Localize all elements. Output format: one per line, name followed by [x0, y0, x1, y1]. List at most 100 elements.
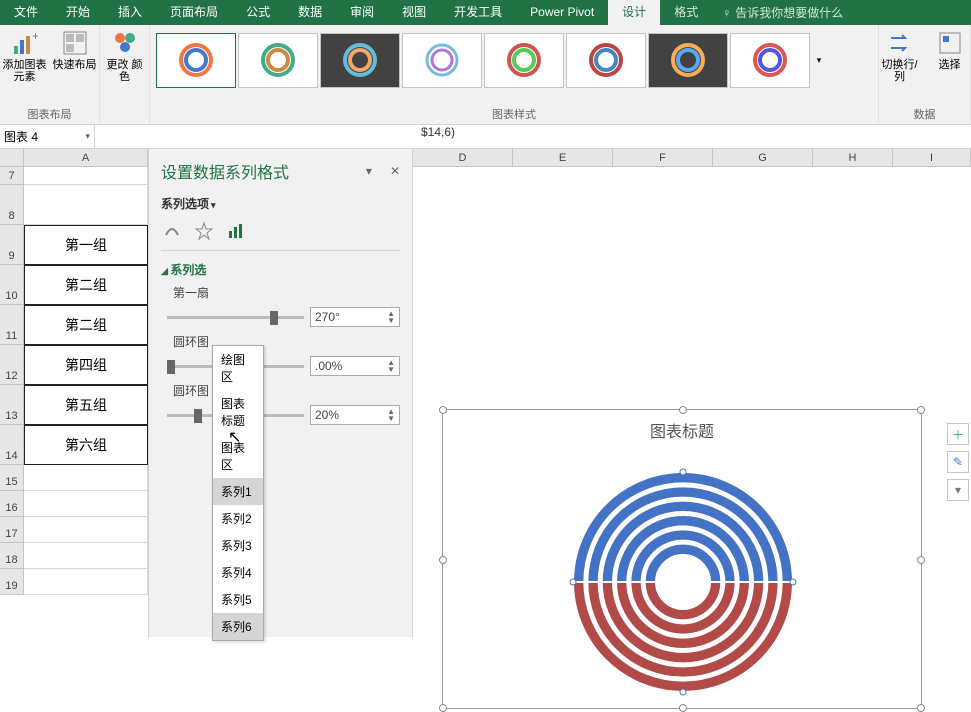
- svg-text:+: +: [32, 30, 38, 43]
- dropdown-item-charttitle[interactable]: 图表标题: [213, 390, 263, 434]
- pane-menu-button[interactable]: ▾: [366, 164, 372, 178]
- dropdown-item-series5[interactable]: 系列5: [213, 586, 263, 613]
- tab-design[interactable]: 设计: [608, 0, 660, 25]
- row-header-13[interactable]: 13: [0, 385, 24, 425]
- tab-view[interactable]: 视图: [388, 0, 440, 25]
- cell-A8[interactable]: [24, 185, 148, 225]
- cell-A14[interactable]: 第六组: [24, 425, 148, 465]
- chart-style-7[interactable]: [648, 33, 728, 88]
- pane-category-icons: [161, 220, 400, 251]
- cell-A19[interactable]: [24, 569, 148, 595]
- chart-elements-button[interactable]: ＋: [947, 423, 969, 445]
- add-chart-element-button[interactable]: + 添加图表 元素: [3, 29, 47, 83]
- dropdown-item-series3[interactable]: 系列3: [213, 532, 263, 559]
- col-header-H[interactable]: H: [813, 149, 893, 166]
- row-header-10[interactable]: 10: [0, 265, 24, 305]
- chart-filters-button[interactable]: ▾: [947, 479, 969, 501]
- row-header-15[interactable]: 15: [0, 465, 24, 491]
- chart-object[interactable]: 图表标题: [442, 409, 922, 709]
- tab-data[interactable]: 数据: [284, 0, 336, 25]
- gallery-more-button[interactable]: ▾: [812, 55, 826, 66]
- col-header-A[interactable]: A: [24, 149, 148, 166]
- dropdown-item-series4[interactable]: 系列4: [213, 559, 263, 586]
- select-all-corner[interactable]: [0, 149, 24, 166]
- tab-pagelayout[interactable]: 页面布局: [156, 0, 232, 25]
- chart-style-1[interactable]: [156, 33, 236, 88]
- chart-title[interactable]: 图表标题: [443, 418, 921, 442]
- cell-A18[interactable]: [24, 543, 148, 569]
- cell-A9[interactable]: 第一组: [24, 225, 148, 265]
- row-header-9[interactable]: 9: [0, 225, 24, 265]
- first-slice-slider[interactable]: [167, 316, 304, 319]
- cell-A16[interactable]: [24, 491, 148, 517]
- chart-style-2[interactable]: [238, 33, 318, 88]
- series-options-icon[interactable]: [225, 220, 247, 242]
- doughnut-explosion-spinner[interactable]: .00%▲▼: [310, 356, 400, 376]
- chart-style-6[interactable]: [566, 33, 646, 88]
- first-slice-spinner[interactable]: 270°▲▼: [310, 307, 400, 327]
- change-colors-button[interactable]: 更改 颜色: [103, 29, 147, 83]
- cell-A7[interactable]: [24, 167, 148, 185]
- chart-style-5[interactable]: [484, 33, 564, 88]
- cell-A13[interactable]: 第五组: [24, 385, 148, 425]
- effects-icon[interactable]: [193, 220, 215, 242]
- col-header-F[interactable]: F: [613, 149, 713, 166]
- chart-style-3[interactable]: [320, 33, 400, 88]
- row-header-11[interactable]: 11: [0, 305, 24, 345]
- funnel-icon: ▾: [955, 483, 961, 497]
- tab-file[interactable]: 文件: [0, 0, 52, 25]
- dropdown-item-chartarea[interactable]: 图表区: [213, 434, 263, 478]
- series-options-dropdown[interactable]: 系列选项▾: [161, 195, 400, 212]
- dropdown-item-series1[interactable]: 系列1: [213, 478, 263, 505]
- row-header-8[interactable]: 8: [0, 185, 24, 225]
- colors-icon: [111, 29, 139, 57]
- cell-A12[interactable]: 第四组: [24, 345, 148, 385]
- chart-styles-button[interactable]: ✎: [947, 451, 969, 473]
- worksheet[interactable]: A D E F G H I 7 8 9第一组 10第二组 11第二组 12第四组…: [0, 149, 971, 637]
- cell-A11[interactable]: 第二组: [24, 305, 148, 345]
- tell-me-search[interactable]: ♀ 告诉我你想要做什么: [712, 4, 843, 21]
- tab-formulas[interactable]: 公式: [232, 0, 284, 25]
- chevron-down-icon: ▾: [85, 131, 90, 142]
- chart-style-8[interactable]: [730, 33, 810, 88]
- row-header-19[interactable]: 19: [0, 569, 24, 595]
- doughnut-explosion-value: .00%: [315, 359, 342, 373]
- doughnut-hole-spinner[interactable]: 20%▲▼: [310, 405, 400, 425]
- format-data-series-pane: 设置数据系列格式 ▾ ✕ 系列选项▾ 系列选 第一扇 270°▲▼: [148, 149, 413, 637]
- cell-A10[interactable]: 第二组: [24, 265, 148, 305]
- col-header-I[interactable]: I: [893, 149, 971, 166]
- plus-icon: ＋: [952, 426, 964, 443]
- col-header-E[interactable]: E: [513, 149, 613, 166]
- series-section-header[interactable]: 系列选: [161, 261, 400, 278]
- tab-review[interactable]: 审阅: [336, 0, 388, 25]
- tab-powerpivot[interactable]: Power Pivot: [516, 0, 608, 25]
- quick-layout-button[interactable]: 快速布局: [53, 29, 97, 71]
- row-header-14[interactable]: 14: [0, 425, 24, 465]
- row-header-16[interactable]: 16: [0, 491, 24, 517]
- name-box[interactable]: 图表 4 ▾: [0, 125, 95, 148]
- tab-home[interactable]: 开始: [52, 0, 104, 25]
- tab-developer[interactable]: 开发工具: [440, 0, 516, 25]
- formula-bar: 图表 4 ▾: [0, 125, 971, 149]
- dropdown-item-plotarea[interactable]: 绘图区: [213, 346, 263, 390]
- tab-format[interactable]: 格式: [660, 0, 712, 25]
- row-header-17[interactable]: 17: [0, 517, 24, 543]
- chevron-down-icon: ▾: [211, 200, 216, 210]
- chart-style-4[interactable]: [402, 33, 482, 88]
- pane-close-button[interactable]: ✕: [390, 164, 400, 178]
- cell-A15[interactable]: [24, 465, 148, 491]
- col-header-D[interactable]: D: [413, 149, 513, 166]
- switch-label: 切换行/列: [878, 59, 922, 83]
- row-header-18[interactable]: 18: [0, 543, 24, 569]
- select-data-button[interactable]: 选择: [928, 29, 971, 71]
- doughnut-chart[interactable]: [443, 442, 923, 702]
- row-header-7[interactable]: 7: [0, 167, 24, 185]
- row-header-12[interactable]: 12: [0, 345, 24, 385]
- cell-A17[interactable]: [24, 517, 148, 543]
- dropdown-item-series2[interactable]: 系列2: [213, 505, 263, 532]
- tab-insert[interactable]: 插入: [104, 0, 156, 25]
- switch-row-col-button[interactable]: 切换行/列: [878, 29, 922, 83]
- col-header-G[interactable]: G: [713, 149, 813, 166]
- dropdown-item-series6[interactable]: 系列6: [213, 613, 263, 640]
- fill-line-icon[interactable]: [161, 220, 183, 242]
